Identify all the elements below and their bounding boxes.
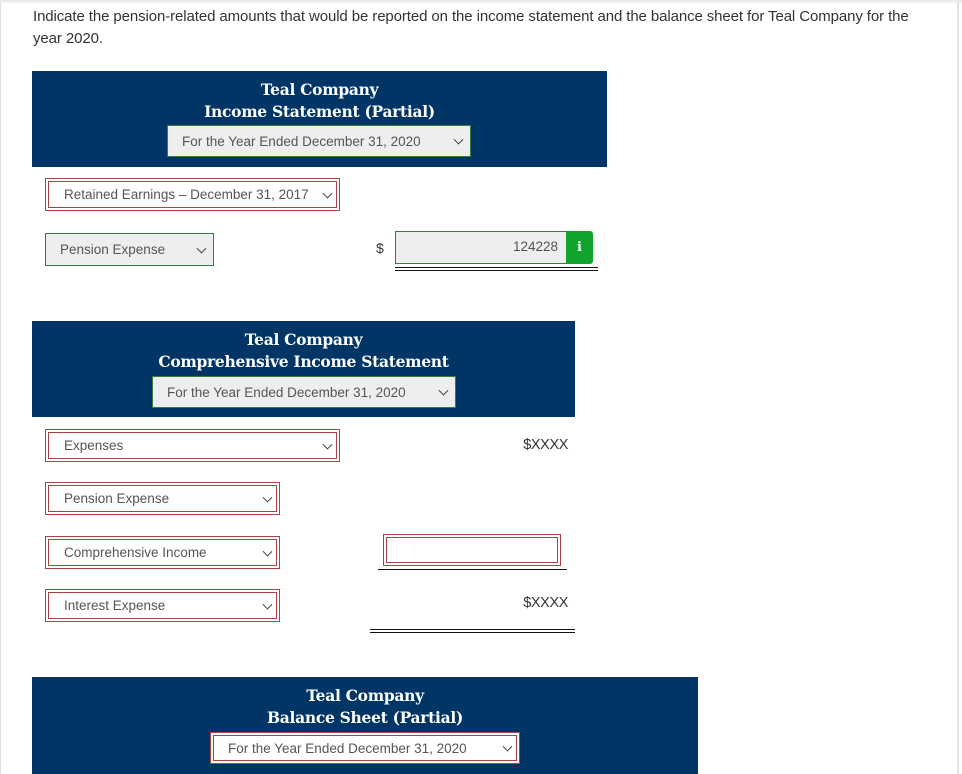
chevron-down-icon (438, 385, 449, 396)
comprehensive-row-2-account-select[interactable]: Pension Expense (45, 482, 280, 515)
chevron-down-icon (262, 546, 273, 557)
chevron-down-icon (453, 134, 464, 145)
double-underline (370, 629, 575, 633)
income-row-2-account-value: Pension Expense (60, 242, 166, 257)
income-row-1-account-select[interactable]: Retained Earnings – December 31, 2017 (45, 178, 340, 211)
balance-sheet-period-value: For the Year Ended December 31, 2020 (228, 740, 467, 756)
question-text: Indicate the pension-related amounts tha… (33, 8, 909, 47)
income-row-1-account-value: Retained Earnings – December 31, 2017 (64, 187, 309, 202)
chevron-down-icon (322, 188, 333, 199)
income-statement-period-select[interactable]: For the Year Ended December 31, 2020 (167, 125, 471, 157)
comprehensive-row-1-account-select[interactable]: Expenses (45, 429, 340, 462)
comprehensive-income-period-value: For the Year Ended December 31, 2020 (167, 384, 406, 400)
comprehensive-row-4-amount: $XXXX (523, 595, 568, 611)
chevron-down-icon (262, 492, 273, 503)
info-icon-button[interactable]: i (566, 231, 593, 264)
comprehensive-row-2-account-value: Pension Expense (64, 491, 170, 506)
pension-expense-amount-input[interactable]: 124228 (395, 231, 566, 264)
comprehensive-row-3-account-select[interactable]: Comprehensive Income (45, 536, 280, 569)
double-underline (395, 267, 598, 271)
comprehensive-row-3-account-value: Comprehensive Income (64, 545, 207, 560)
income-statement-period-value: For the Year Ended December 31, 2020 (182, 133, 421, 149)
comprehensive-row-1-account-value: Expenses (64, 438, 124, 453)
chevron-down-icon (502, 741, 513, 752)
income-statement-company: Teal Company (260, 80, 379, 99)
comprehensive-row-1-amount: $XXXX (523, 437, 568, 453)
single-underline (378, 569, 567, 570)
chevron-down-icon (196, 243, 207, 254)
comprehensive-income-amount-input[interactable] (383, 534, 561, 566)
income-statement-title: Income Statement (Partial) (204, 102, 435, 121)
comprehensive-row-4-account-select[interactable]: Interest Expense (45, 589, 280, 622)
balance-sheet-company: Teal Company (306, 686, 424, 705)
comprehensive-income-company: Teal Company (244, 330, 363, 349)
comprehensive-income-title: Comprehensive Income Statement (158, 352, 449, 371)
income-row-2-account-select[interactable]: Pension Expense (45, 233, 214, 266)
top-shadow (0, 0, 962, 4)
balance-sheet-period-select[interactable]: For the Year Ended December 31, 2020 (210, 732, 520, 764)
balance-sheet-title: Balance Sheet (Partial) (267, 708, 463, 727)
comprehensive-row-4-account-value: Interest Expense (64, 598, 166, 613)
chevron-down-icon (322, 439, 333, 450)
comprehensive-income-period-select[interactable]: For the Year Ended December 31, 2020 (152, 376, 456, 408)
chevron-down-icon (262, 599, 273, 610)
currency-symbol: $ (376, 240, 384, 256)
